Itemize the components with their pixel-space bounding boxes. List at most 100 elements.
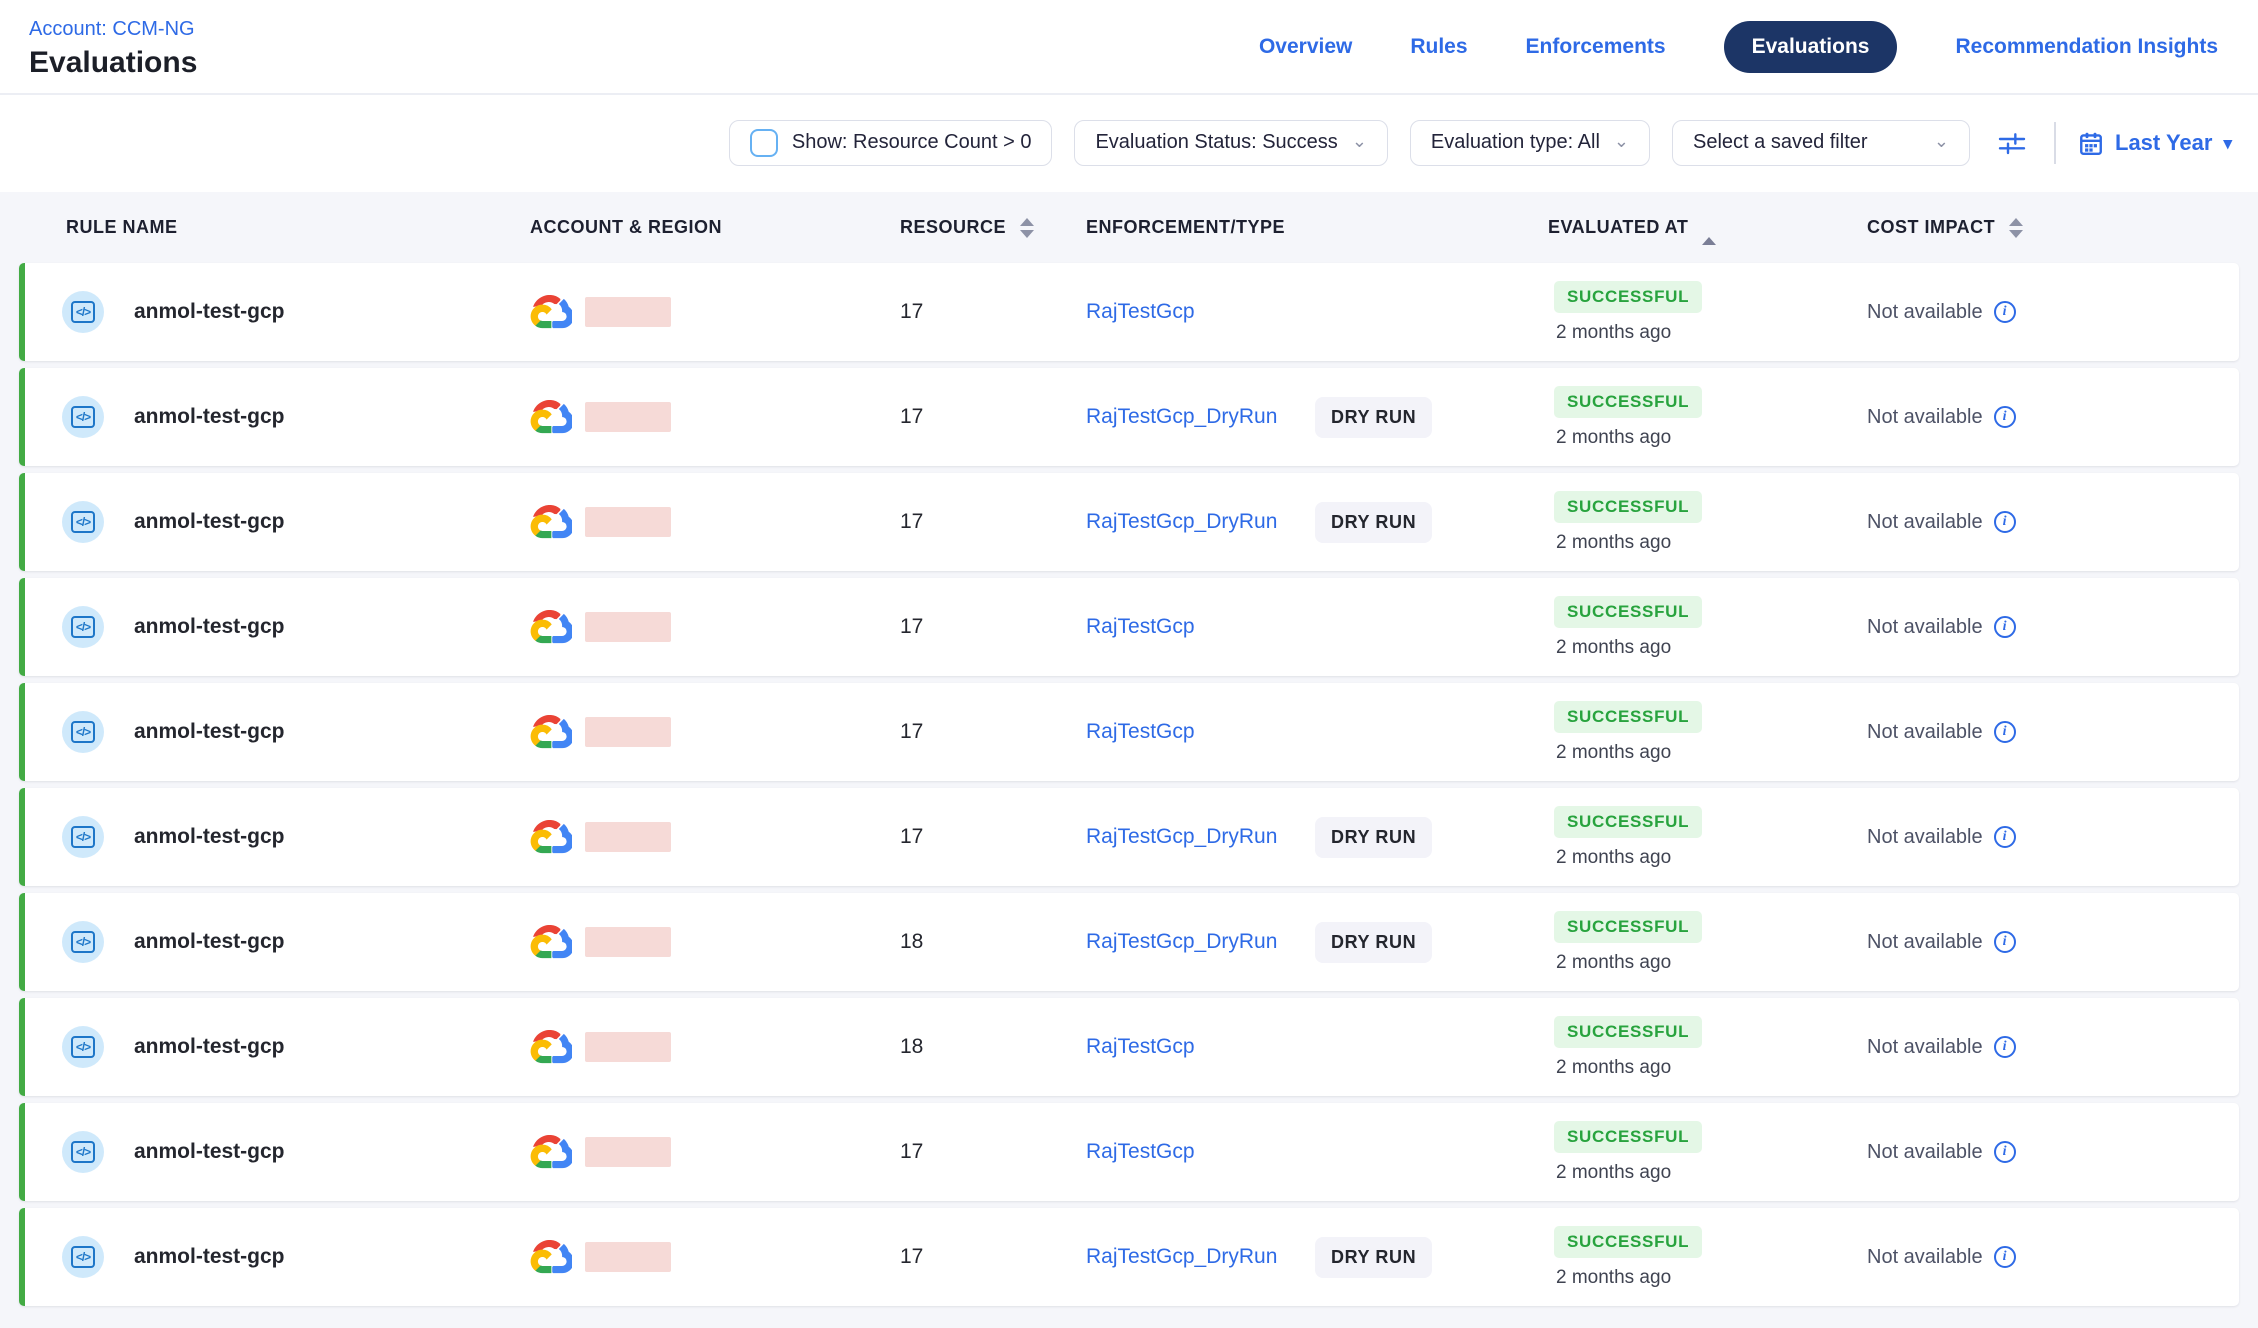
status-badge: SUCCESSFUL [1554, 1226, 1702, 1258]
cost-impact-value: Not available [1867, 826, 1983, 849]
table-row[interactable]: </> anmol-test-gcp 18 RajTestGcp SUCCESS… [19, 998, 2239, 1096]
resource-cell: 18 [881, 1035, 1067, 1059]
enforcement-cell: RajTestGcp [1067, 720, 1529, 744]
evaluated-time-ago: 2 months ago [1554, 1057, 1671, 1079]
account-region-cell [511, 1135, 881, 1169]
dry-run-badge: DRY RUN [1315, 1237, 1432, 1278]
info-icon[interactable]: i [1994, 406, 2016, 428]
enforcement-link[interactable]: RajTestGcp [1086, 720, 1315, 744]
rule-name-cell: </> anmol-test-gcp [19, 1131, 511, 1173]
rule-name: anmol-test-gcp [134, 300, 285, 324]
enforcement-link[interactable]: RajTestGcp_DryRun [1086, 825, 1315, 849]
table-row[interactable]: </> anmol-test-gcp 17 RajTestGcp SUCCESS… [19, 683, 2239, 781]
info-icon[interactable]: i [1994, 826, 2016, 848]
rule-icon: </> [62, 921, 104, 963]
enforcement-link[interactable]: RajTestGcp_DryRun [1086, 930, 1315, 954]
cost-impact-value: Not available [1867, 1246, 1983, 1269]
cost-impact-cell: Not available i [1848, 931, 2239, 954]
account-region-cell [511, 295, 881, 329]
column-header-cost-impact[interactable]: COST IMPACT [1848, 217, 2239, 238]
info-icon[interactable]: i [1994, 931, 2016, 953]
nav-evaluations-active[interactable]: Evaluations [1724, 21, 1898, 73]
dry-run-badge: DRY RUN [1315, 922, 1432, 963]
table-row[interactable]: </> anmol-test-gcp 17 RajTestGcp SUCCESS… [19, 1103, 2239, 1201]
status-badge: SUCCESSFUL [1554, 806, 1702, 838]
info-icon[interactable]: i [1994, 721, 2016, 743]
evaluation-type-dropdown[interactable]: Evaluation type: All ⌄ [1410, 120, 1650, 166]
resource-count: 17 [900, 405, 923, 429]
table-row[interactable]: </> anmol-test-gcp 18 RajTestGcp_DryRun … [19, 893, 2239, 991]
account-region-redacted [585, 402, 671, 432]
evaluated-time-ago: 2 months ago [1554, 847, 1671, 869]
resource-cell: 17 [881, 615, 1067, 639]
enforcement-link[interactable]: RajTestGcp [1086, 300, 1315, 324]
info-icon[interactable]: i [1994, 1246, 2016, 1268]
sort-icon[interactable] [2009, 218, 2023, 238]
saved-filter-dropdown[interactable]: Select a saved filter ⌄ [1672, 120, 1970, 166]
evaluated-at-cell: SUCCESSFUL 2 months ago [1529, 911, 1848, 974]
nav-enforcements[interactable]: Enforcements [1526, 35, 1666, 59]
account-region-cell [511, 820, 881, 854]
resource-cell: 17 [881, 1245, 1067, 1269]
show-resource-count-filter[interactable]: Show: Resource Count > 0 [729, 120, 1053, 166]
rule-name-cell: </> anmol-test-gcp [19, 501, 511, 543]
cost-impact-value: Not available [1867, 1141, 1983, 1164]
rule-name: anmol-test-gcp [134, 615, 285, 639]
table-row[interactable]: </> anmol-test-gcp 17 RajTestGcp_DryRun … [19, 368, 2239, 466]
table-row[interactable]: </> anmol-test-gcp 17 RajTestGcp SUCCESS… [19, 263, 2239, 361]
table-row[interactable]: </> anmol-test-gcp 17 RajTestGcp_DryRun … [19, 473, 2239, 571]
info-icon[interactable]: i [1994, 1141, 2016, 1163]
resource-cell: 17 [881, 300, 1067, 324]
info-icon[interactable]: i [1994, 301, 2016, 323]
status-badge: SUCCESSFUL [1554, 1016, 1702, 1048]
account-region-redacted [585, 507, 671, 537]
info-icon[interactable]: i [1994, 1036, 2016, 1058]
enforcement-cell: RajTestGcp_DryRun DRY RUN [1067, 502, 1529, 543]
info-icon[interactable]: i [1994, 511, 2016, 533]
evaluated-at-cell: SUCCESSFUL 2 months ago [1529, 701, 1848, 764]
cost-impact-value: Not available [1867, 721, 1983, 744]
table-row[interactable]: </> anmol-test-gcp 17 RajTestGcp_DryRun … [19, 788, 2239, 886]
resource-count-checkbox[interactable] [750, 129, 778, 157]
row-status-accent-bar [19, 263, 25, 361]
enforcement-link[interactable]: RajTestGcp_DryRun [1086, 1245, 1315, 1269]
enforcement-cell: RajTestGcp [1067, 1035, 1529, 1059]
account-region-cell [511, 715, 881, 749]
enforcement-link[interactable]: RajTestGcp [1086, 615, 1315, 639]
dry-run-badge: DRY RUN [1315, 817, 1432, 858]
sort-ascending-icon[interactable] [1702, 217, 1716, 238]
gcp-cloud-icon [530, 925, 572, 959]
enforcement-cell: RajTestGcp_DryRun DRY RUN [1067, 817, 1529, 858]
table-row[interactable]: </> anmol-test-gcp 17 RajTestGcp_DryRun … [19, 1208, 2239, 1306]
account-region-cell [511, 925, 881, 959]
sort-icon[interactable] [1020, 218, 1034, 238]
enforcement-link[interactable]: RajTestGcp_DryRun [1086, 510, 1315, 534]
resource-count: 17 [900, 1245, 923, 1269]
resource-count: 17 [900, 615, 923, 639]
cost-impact-value: Not available [1867, 1036, 1983, 1059]
enforcement-link[interactable]: RajTestGcp [1086, 1035, 1315, 1059]
cost-impact-cell: Not available i [1848, 1036, 2239, 1059]
column-header-evaluated-at[interactable]: EVALUATED AT [1529, 217, 1848, 238]
enforcement-cell: RajTestGcp [1067, 300, 1529, 324]
enforcement-link[interactable]: RajTestGcp [1086, 1140, 1315, 1164]
nav-recommendation-insights[interactable]: Recommendation Insights [1955, 35, 2218, 59]
cost-impact-cell: Not available i [1848, 826, 2239, 849]
sliders-icon [1996, 127, 2028, 159]
evaluation-status-dropdown[interactable]: Evaluation Status: Success ⌄ [1074, 120, 1387, 166]
column-header-resource[interactable]: RESOURCE [881, 217, 1067, 238]
nav-overview[interactable]: Overview [1259, 35, 1352, 59]
breadcrumb-account-link[interactable]: Account: CCM-NG [29, 18, 197, 40]
rule-name-cell: </> anmol-test-gcp [19, 1026, 511, 1068]
table-row[interactable]: </> anmol-test-gcp 17 RajTestGcp SUCCESS… [19, 578, 2239, 676]
nav-rules[interactable]: Rules [1410, 35, 1467, 59]
divider [2054, 122, 2056, 164]
info-icon[interactable]: i [1994, 616, 2016, 638]
evaluated-at-cell: SUCCESSFUL 2 months ago [1529, 1016, 1848, 1079]
rule-icon: </> [62, 1236, 104, 1278]
date-range-picker[interactable]: Last Year ▾ [2078, 130, 2232, 156]
filter-settings-button[interactable] [1992, 123, 2032, 163]
enforcement-link[interactable]: RajTestGcp_DryRun [1086, 405, 1315, 429]
account-region-redacted [585, 1032, 671, 1062]
row-status-accent-bar [19, 788, 25, 886]
